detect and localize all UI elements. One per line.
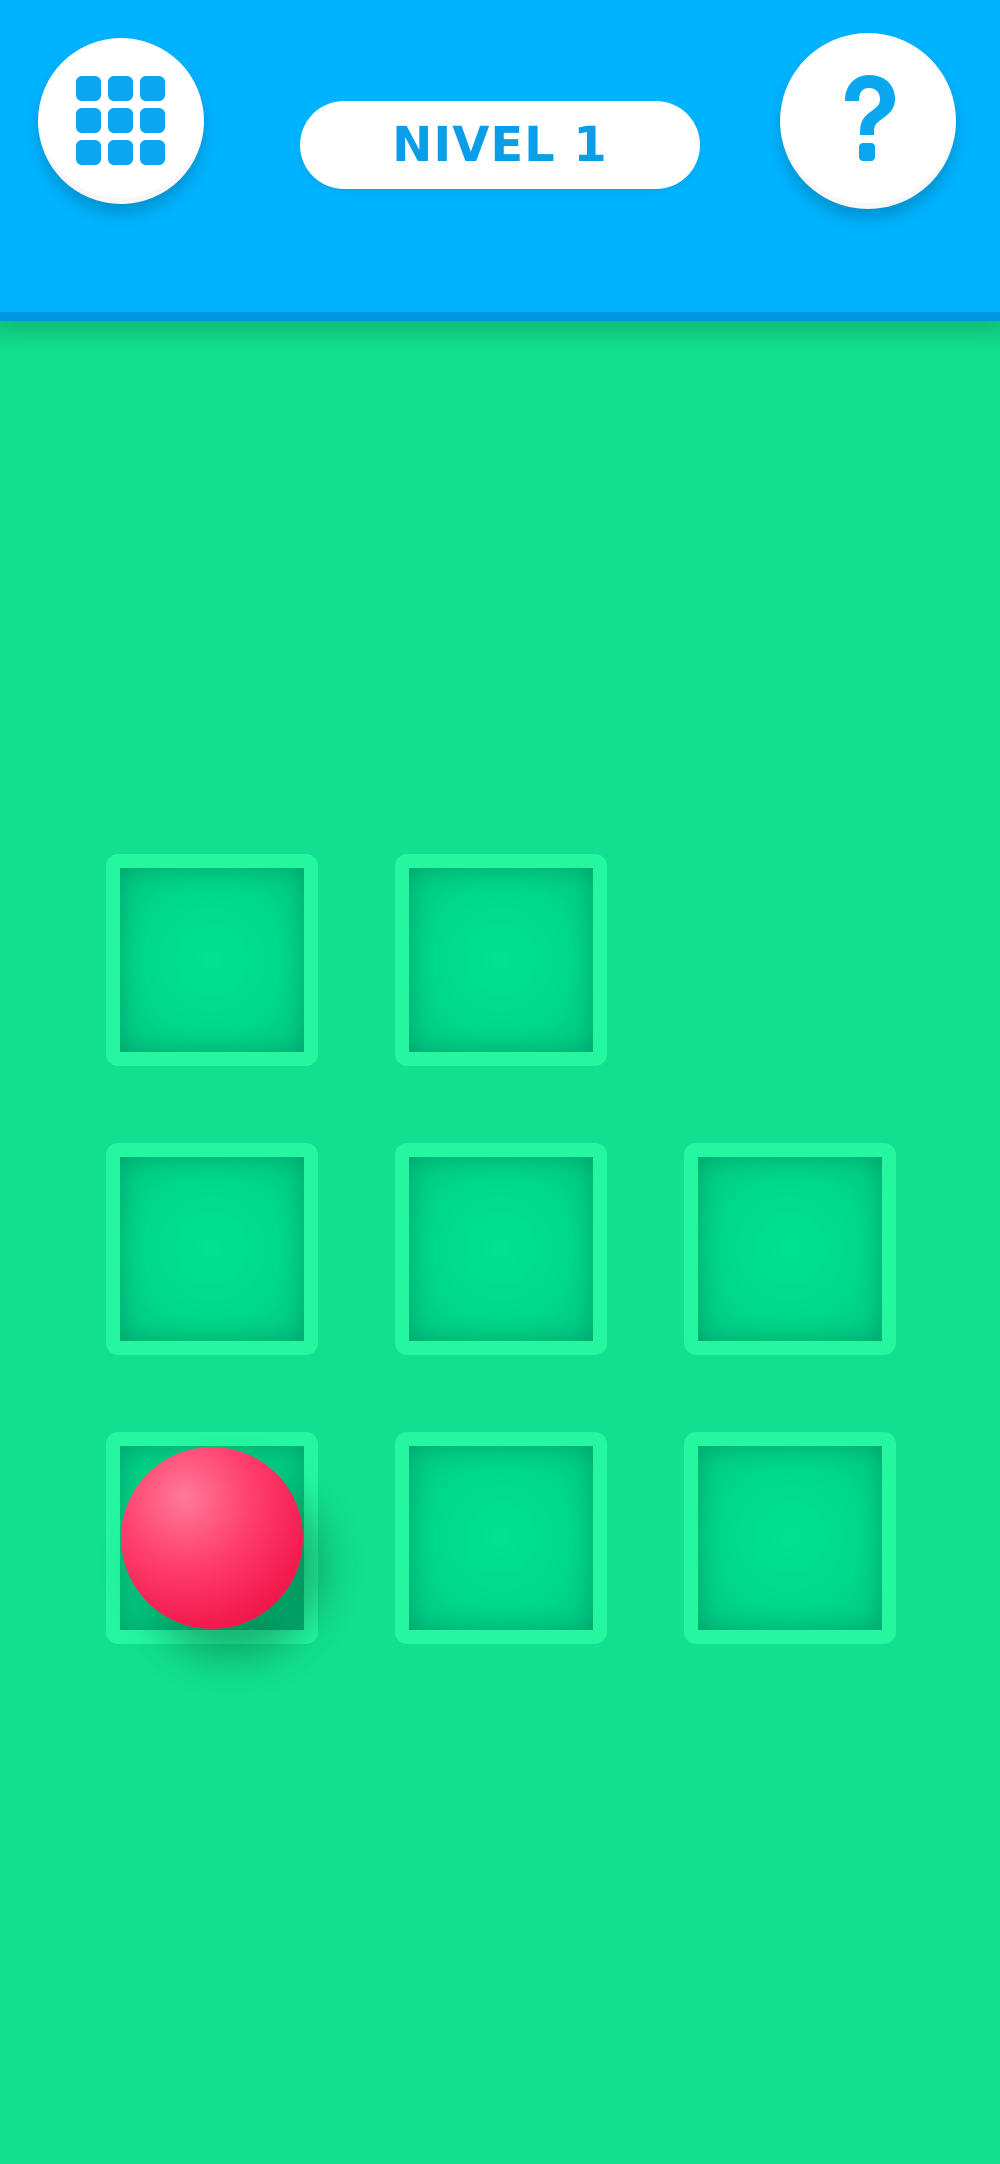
grid-icon (76, 76, 165, 165)
board-cell-r3-c2[interactable] (395, 1432, 607, 1644)
board-cell-r2-c2[interactable] (395, 1143, 607, 1355)
top-bar-shadow (0, 321, 1000, 351)
level-label: NIVEL 1 (392, 117, 608, 173)
top-bar-border (0, 312, 1000, 321)
level-indicator: NIVEL 1 (300, 101, 700, 189)
board-cell-r1-c1[interactable] (106, 854, 318, 1066)
board-cell-r2-c1[interactable] (106, 1143, 318, 1355)
level-select-button[interactable] (38, 38, 204, 204)
board-cell-r3-c3[interactable] (684, 1432, 896, 1644)
red-ball[interactable] (121, 1447, 303, 1629)
board-cell-r1-c2[interactable] (395, 854, 607, 1066)
question-mark-icon (845, 75, 895, 161)
help-button[interactable] (780, 33, 956, 209)
board-cell-r2-c3[interactable] (684, 1143, 896, 1355)
